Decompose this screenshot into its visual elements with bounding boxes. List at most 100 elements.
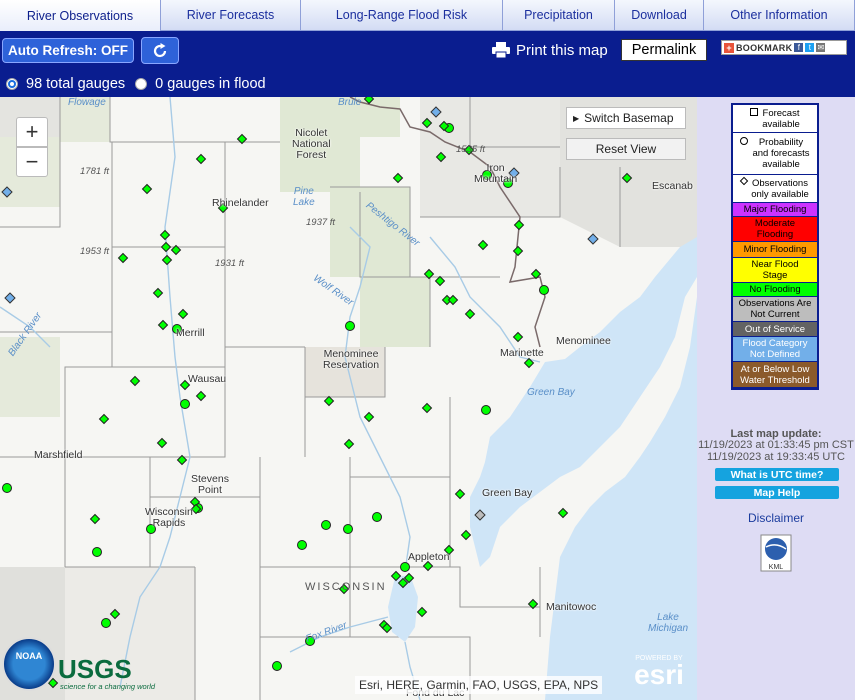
legend-symbol-label: Forecast available [762,107,800,130]
gauge-marker[interactable] [156,437,168,449]
reset-view-button[interactable]: Reset View [566,138,686,160]
legend-category: Major Flooding [733,203,817,217]
label-menominee: Menominee [556,335,611,347]
tab-download[interactable]: Download [615,0,704,31]
label-wisconsin-state: WISCONSIN [305,581,387,593]
gauge-marker[interactable] [98,413,110,425]
label-wisconsin-rapids: Wisconsin Rapids [145,506,193,529]
refresh-button[interactable] [141,37,179,64]
bookmark-button[interactable]: + BOOKMARK f t ✉ [721,40,847,55]
gauge-marker[interactable] [416,606,428,618]
legend-symbol-row: Probability and forecasts available [733,133,817,175]
label-brule: Brule [338,97,362,108]
tab-precipitation[interactable]: Precipitation [503,0,615,31]
legend-category: Moderate Flooding [733,217,817,242]
gauge-marker[interactable] [513,219,525,231]
gauge-marker[interactable] [434,275,446,287]
square-icon [750,107,759,116]
legend-category: Observations Are Not Current [733,297,817,322]
gauge-marker[interactable] [464,308,476,320]
last-update-utc: 11/19/2023 at 19:33:45 UTC [706,451,845,463]
top-tab-bar: River Observations River Forecasts Long-… [0,0,855,31]
gauge-marker[interactable] [159,229,171,241]
zoom-in-button[interactable]: + [16,117,48,147]
bookmark-label: BOOKMARK [736,42,793,53]
bookmark-plus-icon: + [724,42,734,53]
tab-river-observations[interactable]: River Observations [0,0,161,31]
gauge-marker[interactable] [323,395,335,407]
gauge-marker[interactable] [89,513,101,525]
zoom-out-button[interactable]: − [16,147,48,177]
facebook-icon: f [794,43,804,52]
label-elev-1937: 1937 ft [306,217,336,228]
gauge-marker[interactable] [160,241,172,253]
noaa-label: NOAA [15,651,43,661]
gauge-marker[interactable] [512,331,524,343]
label-manitowoc: Manitowoc [546,601,597,613]
legend-category: Flood Category Not Defined [733,337,817,362]
label-green-bay-city: Green Bay [482,487,533,499]
gauge-filter: 98 total gauges 0 gauges in flood [0,72,400,96]
map-help-button[interactable]: Map Help [715,486,839,499]
gauge-marker[interactable] [117,252,129,264]
gauge-marker[interactable] [421,402,433,414]
total-gauges-radio[interactable] [6,78,18,90]
switch-basemap-button[interactable]: ▶ Switch Basemap [566,107,686,129]
print-map-link[interactable]: Print this map [492,39,608,61]
gauge-marker[interactable] [392,172,404,184]
email-icon: ✉ [816,43,826,52]
disclaimer-link[interactable]: Disclaimer [697,511,855,525]
map-attribution: Esri, HERE, Garmin, FAO, USGS, EPA, NPS [355,676,603,694]
legend-category: At or Below Low Water Threshold [733,362,817,388]
legend-category: Out of Service [733,322,817,337]
total-gauges-label[interactable]: 98 total gauges [26,76,125,92]
gauge-marker[interactable] [512,245,524,257]
print-map-label: Print this map [516,41,608,59]
tab-river-forecasts[interactable]: River Forecasts [161,0,301,31]
diamond-icon [739,176,749,185]
gauge-marker[interactable] [447,294,459,306]
circle-icon [740,137,749,145]
gauge-marker[interactable] [477,239,489,251]
label-elev-1931: 1931 ft [215,258,245,269]
last-update-cst: 11/19/2023 at 01:33:45 pm CST [698,439,854,451]
gauge-marker[interactable] [141,183,153,195]
gauge-marker[interactable] [363,411,375,423]
gauge-marker[interactable] [161,254,173,266]
what-is-utc-button[interactable]: What is UTC time? [715,468,839,481]
kml-download-icon[interactable]: KML [760,534,792,572]
flood-gauges-label[interactable]: 0 gauges in flood [155,76,265,92]
label-escanaba: Escanab [652,180,693,192]
gauge-marker[interactable] [177,308,189,320]
legend-symbol-label: Probability and forecasts available [752,137,810,170]
permalink-button[interactable]: Permalink [621,39,707,61]
label-nicolet-forest: Nicolet National Forest [292,127,331,161]
label-lake-michigan: Lake Michigan [648,612,689,634]
gauge-marker[interactable] [129,375,141,387]
usgs-tagline: science for a changing world [60,682,156,691]
map[interactable]: Nicolet National Forest Iron Mountain Es… [0,97,697,700]
label-wausau: Wausau [188,373,227,385]
twitter-icon: t [805,43,815,52]
gauge-marker[interactable] [195,390,207,402]
legend-symbol-row: Observations only available [733,175,817,203]
gauge-marker[interactable] [454,488,466,500]
tab-long-range-flood-risk[interactable]: Long-Range Flood Risk [301,0,503,31]
label-stevens-point: Stevens Point [191,473,229,496]
legend-panel: Forecast available Probability and foreca… [697,97,855,700]
legend-symbol-label: Observations only available [751,177,809,200]
auto-refresh-button[interactable]: Auto Refresh: OFF [2,38,134,63]
gauge-marker[interactable] [557,507,569,519]
label-merrill: Merrill [176,327,205,339]
gauge-marker[interactable] [460,529,472,541]
gauge-marker[interactable] [343,438,355,450]
switch-basemap-label: Switch Basemap [584,111,674,125]
flood-gauges-radio[interactable] [135,78,148,90]
gauge-marker[interactable] [195,153,207,165]
gauge-marker[interactable] [157,319,169,331]
usgs-logo: USGS [58,654,132,684]
tab-other-information[interactable]: Other Information [704,0,855,31]
label-pine-lake: Pine Lake [293,186,315,208]
gauge-marker[interactable] [152,287,164,299]
label-elev-1953: 1953 ft [80,246,110,257]
